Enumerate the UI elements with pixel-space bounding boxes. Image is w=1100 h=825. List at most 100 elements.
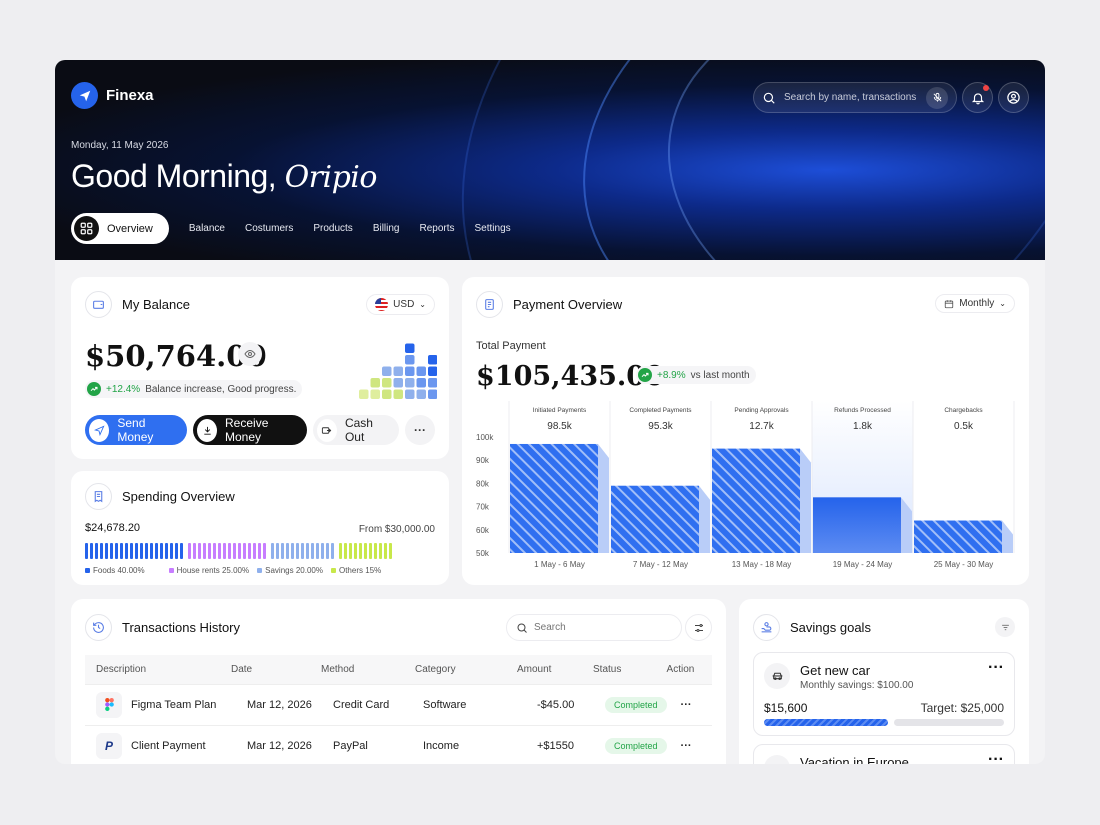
notification-dot <box>983 85 989 91</box>
app-logo[interactable]: Finexa <box>71 82 154 109</box>
payment-header: Payment Overview <box>476 291 622 318</box>
legend-foods: Foods 40.00% <box>85 566 145 575</box>
column-value: 98.5k <box>547 421 572 432</box>
col-status: Status <box>593 655 667 684</box>
tab-overview[interactable]: Overview <box>71 213 169 244</box>
column-value: 0.5k <box>954 421 974 432</box>
spending-segment <box>374 543 377 559</box>
spending-segment <box>140 543 143 559</box>
more-actions-button[interactable]: ··· <box>405 415 435 445</box>
spending-segment <box>203 543 206 559</box>
spending-bar <box>85 543 392 559</box>
spending-segment <box>331 543 334 559</box>
balance-header: My Balance <box>85 291 190 318</box>
y-tick-label: 70k <box>476 503 490 512</box>
spending-segment <box>271 543 274 559</box>
payment-change-note: vs last month <box>690 369 750 381</box>
goal-more-button[interactable]: ··· <box>988 659 1004 677</box>
tab-billing[interactable]: Billing <box>373 223 400 234</box>
transactions-header: Transactions History <box>85 614 240 641</box>
balance-heatmap <box>359 343 437 399</box>
tab-products[interactable]: Products <box>313 223 352 234</box>
y-tick-label: 50k <box>476 549 490 558</box>
filter-button[interactable] <box>995 617 1015 637</box>
tab-reports[interactable]: Reports <box>420 223 455 234</box>
transactions-search-input[interactable] <box>534 622 672 633</box>
spending-segment <box>150 543 153 559</box>
table-row[interactable]: Figma Team Plan Mar 12, 2026 Credit Card… <box>85 683 712 725</box>
column-title: Pending Approvals <box>734 407 789 414</box>
spending-segment <box>110 543 113 559</box>
spending-segment <box>218 543 221 559</box>
heatmap-cell <box>382 389 392 399</box>
notifications-button[interactable] <box>962 82 993 113</box>
spending-segment <box>276 543 279 559</box>
heatmap-cell <box>428 378 437 388</box>
spending-segment <box>160 543 163 559</box>
header-banner: Finexa Monday, 11 May 2026 Good Morning,… <box>55 60 1045 260</box>
user-name: Oripio <box>284 160 378 195</box>
column-title: Initiated Payments <box>533 407 587 414</box>
row-action-button[interactable]: ··· <box>666 683 712 725</box>
spending-card: Spending Overview $24,678.20 From $30,00… <box>71 471 449 585</box>
receive-money-button[interactable]: Receive Money <box>193 415 307 445</box>
cash-out-label: Cash Out <box>344 416 373 444</box>
goal-more-button[interactable]: ··· <box>988 751 1004 764</box>
plane-icon <box>764 755 790 764</box>
spending-segment <box>170 543 173 559</box>
row-action-button[interactable]: ··· <box>666 724 712 764</box>
profile-button[interactable] <box>998 82 1029 113</box>
payment-change-value: +8.9% <box>657 369 686 381</box>
filter-button[interactable] <box>685 614 712 641</box>
heatmap-cell <box>405 389 415 399</box>
more-icon: ··· <box>414 423 426 437</box>
goal-card[interactable]: Get new car Monthly savings: $100.00 ···… <box>753 652 1015 736</box>
y-tick-label: 90k <box>476 456 490 465</box>
eye-icon[interactable] <box>238 342 262 366</box>
row-method: Credit Card <box>321 683 415 725</box>
bar[interactable] <box>914 520 1002 553</box>
wallet-icon <box>85 291 112 318</box>
sliders-icon <box>694 623 703 632</box>
send-money-button[interactable]: Send Money <box>85 415 187 445</box>
period-select[interactable]: Monthly ⌄ <box>935 294 1015 313</box>
nav-tabs: Overview Balance Costumers Products Bill… <box>71 213 511 244</box>
search-input[interactable] <box>784 92 918 103</box>
payment-card: Payment Overview Monthly ⌄ Total Payment… <box>462 277 1029 585</box>
spending-segment <box>223 543 226 559</box>
bar[interactable] <box>813 497 901 553</box>
spending-segment <box>130 543 133 559</box>
goal-saved: $15,600 <box>764 701 808 715</box>
receipt-icon <box>85 483 112 510</box>
mic-off-icon[interactable] <box>926 86 948 109</box>
cash-out-button[interactable]: Cash Out <box>313 415 399 445</box>
spending-segment <box>90 543 93 559</box>
tab-balance[interactable]: Balance <box>189 223 225 234</box>
tab-costumers[interactable]: Costumers <box>245 223 293 234</box>
table-row[interactable]: P Client Payment Mar 12, 2026 PayPal Inc… <box>85 724 712 764</box>
heatmap-cell <box>428 355 437 365</box>
spending-segment <box>291 543 294 559</box>
heatmap-cell <box>382 378 392 388</box>
spending-segment <box>238 543 241 559</box>
goal-card[interactable]: Vacation in Europe ··· <box>753 744 1015 764</box>
spending-legend: Foods 40.00% House rents 25.00% Savings … <box>85 566 381 575</box>
payment-title: Payment Overview <box>513 297 623 312</box>
legend-savings: Savings 20.00% <box>257 566 323 575</box>
piggy-bank-icon <box>753 614 780 641</box>
user-circle-icon <box>1007 91 1020 104</box>
transactions-table: Description Date Method Category Amount … <box>85 655 712 764</box>
bar-side <box>598 443 609 553</box>
bar[interactable] <box>611 485 699 553</box>
bar[interactable] <box>712 448 800 553</box>
chevron-down-icon: ⌄ <box>999 299 1006 308</box>
currency-select[interactable]: USD ⌄ <box>366 294 435 315</box>
tab-settings[interactable]: Settings <box>475 223 511 234</box>
bar[interactable] <box>510 443 598 553</box>
column-value: 95.3k <box>648 421 673 432</box>
send-icon <box>89 418 110 442</box>
legend-label: House rents <box>176 566 220 575</box>
row-description: Figma Team Plan <box>131 698 217 711</box>
spending-segment <box>188 543 191 559</box>
status-badge: Completed <box>605 737 667 754</box>
